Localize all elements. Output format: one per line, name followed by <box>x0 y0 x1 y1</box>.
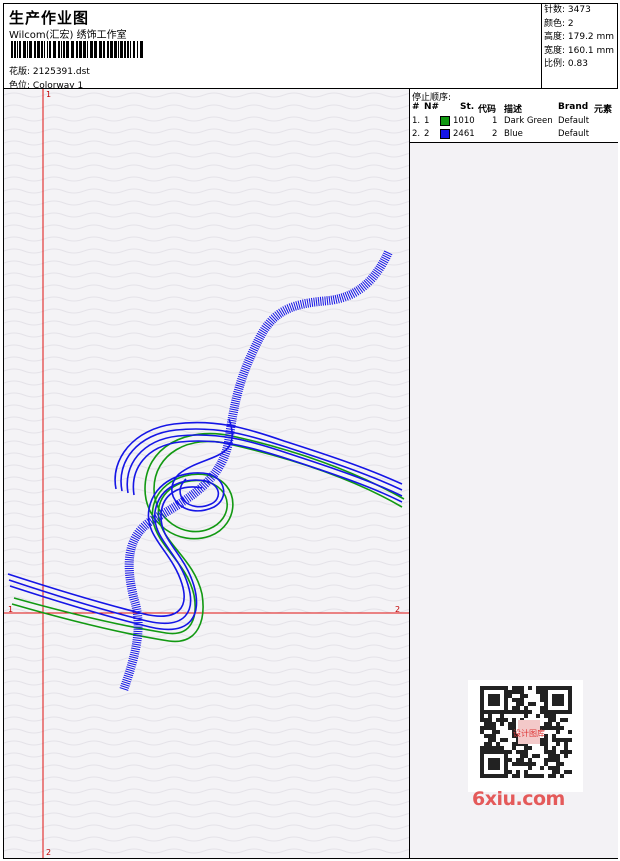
design-label: 花版: <box>9 67 31 77</box>
row-description: Dark Green <box>504 116 553 126</box>
axis-label-h-left: 1 <box>8 605 14 614</box>
color-swatch <box>440 116 450 126</box>
design-value: 2125391.dst <box>32 67 90 77</box>
row-stitches: 2461 <box>453 129 475 139</box>
page-title: 生产作业图 <box>9 9 90 27</box>
row-brand: Default <box>558 116 590 126</box>
row-index: 2. <box>412 129 421 139</box>
row-brand: Default <box>558 129 590 139</box>
row-needle: 2 <box>424 129 430 139</box>
axis-label-v-bottom: 2 <box>46 848 52 857</box>
design-file: 花版: 2125391.dst <box>9 64 90 77</box>
embroidery-preview <box>4 89 409 858</box>
row-needle: 1 <box>424 116 430 126</box>
row-code: 2 <box>492 129 498 139</box>
header-panel: 生产作业图 Wilcom(汇宏) 绣饰工作室 花版: 2125391.dst 色… <box>4 4 542 91</box>
stat-colors: 颜色: 2 <box>544 18 574 29</box>
stat-height: 高度: 179.2 mm <box>544 32 615 42</box>
col-header-stitches: St. <box>460 102 475 112</box>
col-header-needle: N# <box>424 102 440 112</box>
color-swatch <box>440 129 450 139</box>
company-name: Wilcom(汇宏) 绣饰工作室 <box>9 30 127 41</box>
stat-scale: 比例: 0.83 <box>544 59 588 69</box>
stat-width: 宽度: 160.1 mm <box>544 45 615 56</box>
stat-stitches: 针数: 3473 <box>544 5 591 15</box>
row-description: Blue <box>504 129 523 139</box>
col-header-description: 描述 <box>504 105 523 115</box>
axis-label-v-top: 1 <box>46 90 52 99</box>
svg-text:设计图库: 设计图库 <box>513 728 545 738</box>
watermark-logo: 6xiu.com <box>472 788 565 810</box>
design-canvas[interactable] <box>4 89 410 858</box>
col-header-brand: Brand <box>558 102 589 112</box>
col-header-element: 元素 <box>594 105 613 115</box>
row-stitches: 1010 <box>453 116 475 126</box>
table-row[interactable]: 1. 1 1010 1 Dark Green Default <box>410 116 618 128</box>
design-stats: 针数: 3473 颜色: 2 高度: 179.2 mm 宽度: 160.1 mm… <box>542 4 617 72</box>
table-row[interactable]: 2. 2 2461 2 Blue Default <box>410 129 618 141</box>
axis-label-h-right: 2 <box>395 605 401 614</box>
qr-code-icon: 设计图库 <box>468 680 583 792</box>
col-header-code: 代码 <box>478 105 497 115</box>
row-code: 1 <box>492 116 498 126</box>
stop-sequence-table: 停止顺序: # N# St. 代码 描述 Brand 元素 1. 1 1010 … <box>410 89 618 143</box>
col-header-index: # <box>412 102 420 112</box>
row-index: 1. <box>412 116 421 126</box>
barcode-icon <box>11 41 143 58</box>
